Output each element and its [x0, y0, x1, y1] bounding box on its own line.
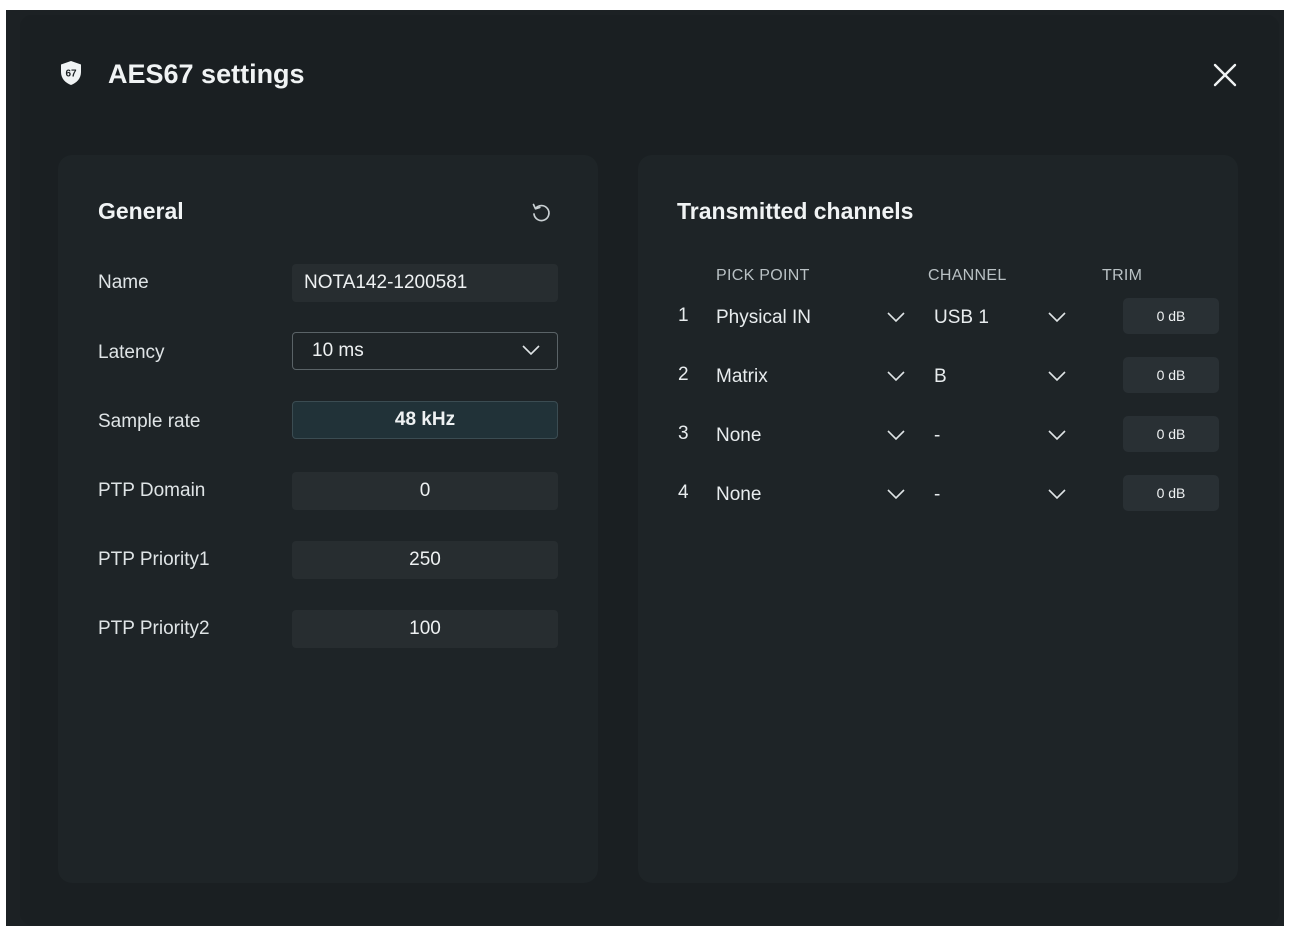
chevron-down-icon[interactable] [1047, 429, 1067, 441]
general-panel: General Name NOTA142-1200581 Latency 10 … [58, 155, 598, 883]
latency-value: 10 ms [312, 340, 364, 361]
ptp-priority1-label: PTP Priority1 [98, 549, 210, 570]
sample-rate-label: Sample rate [98, 411, 201, 432]
chevron-down-icon[interactable] [886, 311, 906, 323]
svg-text:67: 67 [65, 69, 77, 80]
trim-input[interactable]: 0 dB [1123, 416, 1219, 452]
trim-header: TRIM [1102, 267, 1143, 284]
latency-label: Latency [98, 342, 165, 363]
chevron-down-icon[interactable] [886, 370, 906, 382]
channel-select[interactable]: USB 1 [934, 307, 989, 329]
channel-header: CHANNEL [928, 267, 1007, 284]
chevron-down-icon[interactable] [886, 429, 906, 441]
general-title: General [98, 198, 184, 224]
latency-select[interactable]: 10 ms [292, 332, 558, 370]
channel-select[interactable]: B [934, 366, 947, 388]
dialog-title: AES67 settings [108, 59, 305, 89]
ptp-priority2-label: PTP Priority2 [98, 618, 210, 639]
transmitted-channels-title: Transmitted channels [677, 198, 914, 224]
chevron-down-icon[interactable] [886, 488, 906, 500]
name-input[interactable]: NOTA142-1200581 [292, 264, 558, 302]
shield-67-icon: 67 [61, 61, 81, 85]
channel-row-number: 2 [678, 364, 689, 385]
ptp-priority2-input[interactable]: 100 [292, 610, 558, 648]
trim-input[interactable]: 0 dB [1123, 475, 1219, 511]
close-icon[interactable] [1210, 60, 1240, 90]
pick-point-select[interactable]: Physical IN [716, 307, 811, 329]
channel-row-number: 3 [678, 423, 689, 444]
pick-point-select[interactable]: None [716, 425, 761, 447]
pick-point-select[interactable]: Matrix [716, 366, 768, 388]
transmitted-channels-panel: Transmitted channels PICK POINT CHANNEL … [638, 155, 1238, 883]
channel-row-number: 1 [678, 305, 689, 326]
aes67-settings-dialog: 67 AES67 settings General Name NOTA142-1… [20, 15, 1279, 925]
chevron-down-icon[interactable] [1047, 370, 1067, 382]
trim-input[interactable]: 0 dB [1123, 357, 1219, 393]
name-label: Name [98, 272, 149, 293]
channel-select[interactable]: - [934, 484, 940, 506]
ptp-priority1-input[interactable]: 250 [292, 541, 558, 579]
ptp-domain-label: PTP Domain [98, 480, 206, 501]
channel-row-number: 4 [678, 482, 689, 503]
chevron-down-icon [522, 345, 540, 356]
pick-point-header: PICK POINT [716, 267, 810, 284]
trim-input[interactable]: 0 dB [1123, 298, 1219, 334]
chevron-down-icon[interactable] [1047, 488, 1067, 500]
sample-rate-button[interactable]: 48 kHz [292, 401, 558, 439]
ptp-domain-input[interactable]: 0 [292, 472, 558, 510]
reset-icon[interactable] [530, 201, 552, 223]
chevron-down-icon[interactable] [1047, 311, 1067, 323]
channel-select[interactable]: - [934, 425, 940, 447]
pick-point-select[interactable]: None [716, 484, 761, 506]
